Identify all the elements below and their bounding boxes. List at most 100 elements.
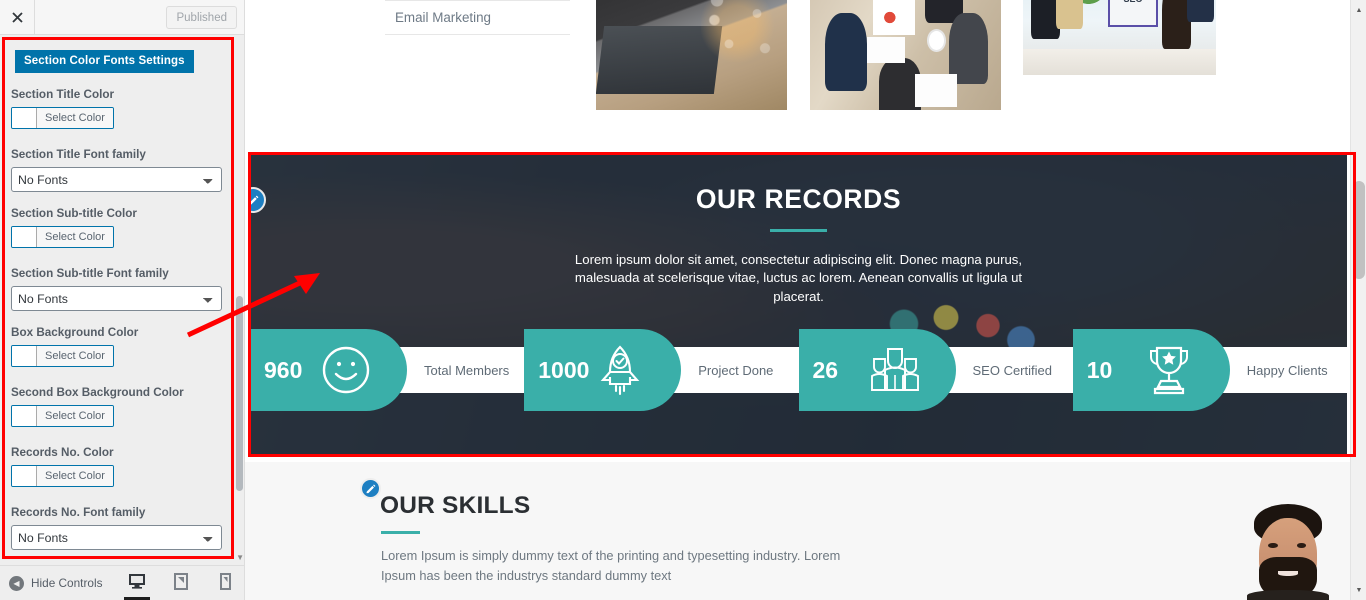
counter-title: Total Members — [424, 362, 510, 378]
counter-title: Project Done — [698, 362, 774, 378]
divider — [385, 34, 570, 35]
counter-item[interactable]: Project Done 1000 — [524, 329, 799, 411]
records-header: OUR RECORDS Lorem ipsum dolor sit amet, … — [250, 152, 1347, 307]
device-mobile-button[interactable] — [211, 567, 239, 600]
device-preview-switcher — [123, 566, 239, 600]
field-label: Section Title Color — [11, 88, 115, 101]
skill-tab-label: Email Marketing — [395, 10, 491, 25]
field-section-subtitle-color: Section Sub-title Color Select Color — [11, 207, 234, 252]
our-records-section[interactable]: SEO OUR RECORDS Lorem ipsum dolor sit am… — [250, 152, 1347, 455]
counter-pill: 1000 — [524, 329, 682, 411]
color-swatch — [12, 108, 37, 128]
counter-title: Happy Clients — [1246, 362, 1328, 378]
customizer-screen: Published Section Color Fonts Settings S… — [0, 0, 1366, 600]
counter-item[interactable]: SEO Certified 26 — [798, 329, 1073, 411]
color-swatch — [12, 406, 37, 426]
counter-number: 1000 — [538, 356, 590, 383]
panel-scrollbar-thumb[interactable] — [236, 296, 243, 491]
customizer-sidebar: Published Section Color Fonts Settings S… — [0, 0, 245, 600]
color-swatch — [12, 466, 37, 486]
hide-controls-label: Hide Controls — [31, 576, 103, 590]
panel-title: Section Color Fonts Settings — [15, 50, 194, 73]
font-family-select[interactable]: No Fonts — [11, 525, 222, 550]
color-picker-label: Select Color — [37, 466, 113, 486]
edit-section-button[interactable] — [360, 478, 381, 499]
counter-title-strip: Total Members — [397, 347, 525, 393]
smiley-icon — [316, 340, 376, 400]
color-picker-button[interactable]: Select Color — [11, 405, 114, 427]
sidebar-footer: ◀ Hide Controls — [0, 565, 244, 600]
skills-title: OUR SKILLS — [380, 492, 531, 519]
color-picker-label: Select Color — [37, 346, 113, 366]
pencil-icon — [250, 195, 259, 205]
settings-panel-scroll-area[interactable]: Section Color Fonts Settings Section Tit… — [0, 35, 244, 565]
preview-top-section: Email Marketing — [245, 0, 1366, 150]
color-picker-label: Select Color — [37, 227, 113, 247]
color-picker-button[interactable]: Select Color — [11, 465, 114, 487]
font-family-select[interactable]: No Fonts — [11, 167, 222, 192]
field-section-subtitle-font-family: Section Sub-title Font family No Fonts — [11, 267, 234, 311]
title-divider — [770, 229, 827, 232]
counter-title-strip: Project Done — [671, 347, 799, 393]
chevron-down-icon[interactable]: ▼ — [236, 554, 244, 562]
scroll-down-arrow-icon[interactable]: ▼ — [1351, 582, 1366, 598]
records-counter-row: Total Members 960 Project Done 1000 SEO … — [250, 329, 1347, 411]
field-label: Second Box Background Color — [11, 386, 184, 399]
color-picker-button[interactable]: Select Color — [11, 226, 114, 248]
mobile-icon — [219, 572, 231, 595]
close-icon[interactable] — [0, 0, 35, 34]
seo-laptop-photo — [596, 0, 787, 110]
counter-item[interactable]: Total Members 960 — [250, 329, 525, 411]
counter-title-strip: SEO Certified — [945, 347, 1073, 393]
field-label: Section Sub-title Font family — [11, 267, 169, 280]
counter-item[interactable]: Happy Clients 10 — [1072, 329, 1347, 411]
field-section-title-color: Section Title Color Select Color — [11, 88, 234, 133]
team-icon — [865, 340, 925, 400]
font-family-select[interactable]: No Fonts — [11, 286, 222, 311]
counter-number: 960 — [264, 356, 303, 383]
tablet-icon — [174, 572, 188, 595]
device-desktop-button[interactable] — [123, 567, 151, 600]
pencil-icon — [366, 484, 376, 494]
color-swatch — [12, 346, 37, 366]
scrollbar-thumb[interactable] — [1353, 181, 1365, 279]
field-records-no-font-family: Records No. Font family No Fonts — [11, 506, 234, 550]
desktop-icon — [128, 573, 146, 594]
publish-button[interactable]: Published — [166, 6, 237, 29]
field-second-box-background-color: Second Box Background Color Select Color — [11, 386, 234, 431]
counter-pill: 26 — [798, 329, 956, 411]
records-subtitle: Lorem ipsum dolor sit amet, consectetur … — [574, 251, 1023, 304]
settings-panel: Section Color Fonts Settings Section Tit… — [0, 35, 244, 565]
device-tablet-button[interactable] — [167, 567, 195, 600]
page-scrollbar[interactable]: ▲ ▼ — [1350, 0, 1366, 600]
counter-number: 26 — [812, 356, 839, 383]
chevron-left-icon: ◀ — [9, 575, 24, 591]
counter-title-strip: Happy Clients — [1219, 347, 1347, 393]
counter-number: 10 — [1086, 356, 1113, 383]
trophy-icon — [1139, 340, 1199, 400]
field-section-title-font-family: Section Title Font family No Fonts — [11, 148, 234, 192]
color-swatch — [12, 227, 37, 247]
hide-controls-button[interactable]: ◀ Hide Controls — [9, 575, 103, 591]
skills-portrait-photo — [1245, 502, 1331, 600]
site-preview[interactable]: Email Marketing SEO OUR RECORDS Lorem ip… — [245, 0, 1366, 600]
title-divider — [381, 531, 420, 534]
skill-accordion-item[interactable]: Email Marketing — [385, 0, 570, 35]
field-label: Records No. Font family — [11, 506, 146, 519]
counter-pill: 960 — [250, 329, 407, 411]
field-records-no-color: Records No. Color Select Color — [11, 446, 234, 491]
boardroom-presentation-photo — [1023, 0, 1216, 75]
field-label: Section Sub-title Color — [11, 207, 137, 220]
our-skills-section[interactable]: OUR SKILLS Lorem Ipsum is simply dummy t… — [245, 462, 1366, 600]
color-picker-button[interactable]: Select Color — [11, 345, 114, 367]
color-picker-button[interactable]: Select Color — [11, 107, 114, 129]
records-title: OUR RECORDS — [695, 184, 902, 214]
field-box-background-color: Box Background Color Select Color — [11, 326, 234, 371]
field-label: Records No. Color — [11, 446, 114, 459]
scroll-up-arrow-icon[interactable]: ▲ — [1351, 2, 1366, 18]
team-meeting-photo — [810, 0, 1001, 110]
color-picker-label: Select Color — [37, 108, 113, 128]
field-label: Box Background Color — [11, 326, 139, 339]
publish-button-label: Published — [176, 11, 227, 24]
rocket-icon — [590, 340, 650, 400]
